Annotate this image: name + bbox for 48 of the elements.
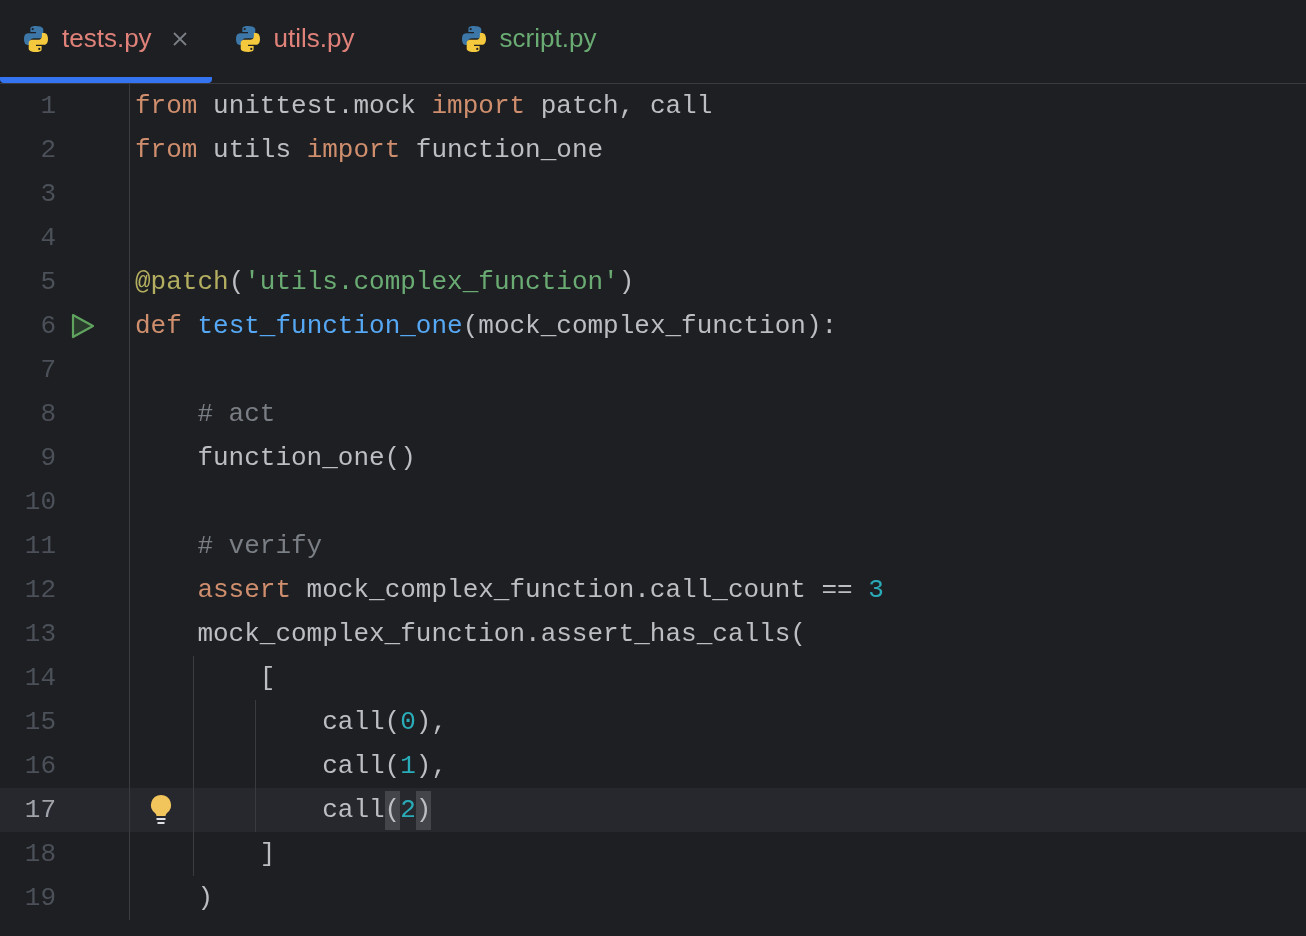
- tab-label: script.py: [499, 22, 597, 55]
- tab-label: tests.py: [62, 22, 152, 55]
- file-tab[interactable]: tests.py: [0, 0, 212, 83]
- code-token: (mock_complex_function):: [462, 309, 838, 343]
- file-tab[interactable]: script.py: [437, 0, 621, 83]
- code-token: ): [197, 881, 213, 915]
- code-token: ]: [259, 837, 276, 871]
- code-token: ): [618, 265, 635, 299]
- code-token: mock_complex_function.call_count ==: [305, 573, 854, 607]
- code-token: 1: [400, 749, 416, 783]
- code-token: utils: [212, 133, 293, 167]
- code-token: function_one(): [197, 441, 416, 475]
- code-token: def: [135, 309, 183, 343]
- python-icon: [22, 24, 50, 53]
- code-token: mock_complex_function.assert_has_calls(: [197, 617, 806, 651]
- code-token: import: [431, 89, 526, 123]
- run-icon[interactable]: [70, 312, 96, 340]
- code-token: @patch: [135, 265, 229, 299]
- code-token: import: [306, 133, 401, 167]
- code-token: (: [384, 790, 401, 830]
- code-token: from: [135, 133, 198, 167]
- code-token: ),: [415, 705, 448, 739]
- code-token: test_function_one: [197, 309, 463, 343]
- code-token: (: [228, 265, 245, 299]
- python-icon: [459, 24, 488, 53]
- code-token: ),: [415, 749, 448, 783]
- code-token: call: [322, 793, 385, 827]
- code-token: [: [259, 661, 276, 695]
- file-tab[interactable]: utils.py: [211, 0, 438, 83]
- tab-label: utils.py: [273, 22, 355, 55]
- code-token: from: [135, 89, 198, 123]
- close-icon[interactable]: [171, 30, 188, 47]
- code-token: 'utils.complex_function': [244, 265, 619, 299]
- code-token: ): [415, 790, 432, 830]
- code-token: 0: [400, 705, 416, 739]
- line-number: 17: [23, 793, 57, 827]
- code-token: 3: [868, 573, 884, 607]
- code-token: unittest.mock: [212, 89, 417, 123]
- code-token: # act: [197, 397, 276, 431]
- code-token: assert: [197, 573, 291, 607]
- code-token: patch, call: [539, 89, 713, 123]
- code-token: # verify: [197, 529, 323, 563]
- code-token: 2: [400, 793, 416, 827]
- code-token: call(: [322, 705, 401, 739]
- python-icon: [233, 24, 262, 53]
- code-token: call(: [322, 749, 401, 783]
- lightbulb-icon[interactable]: [149, 794, 173, 826]
- code-token: function_one: [414, 133, 604, 167]
